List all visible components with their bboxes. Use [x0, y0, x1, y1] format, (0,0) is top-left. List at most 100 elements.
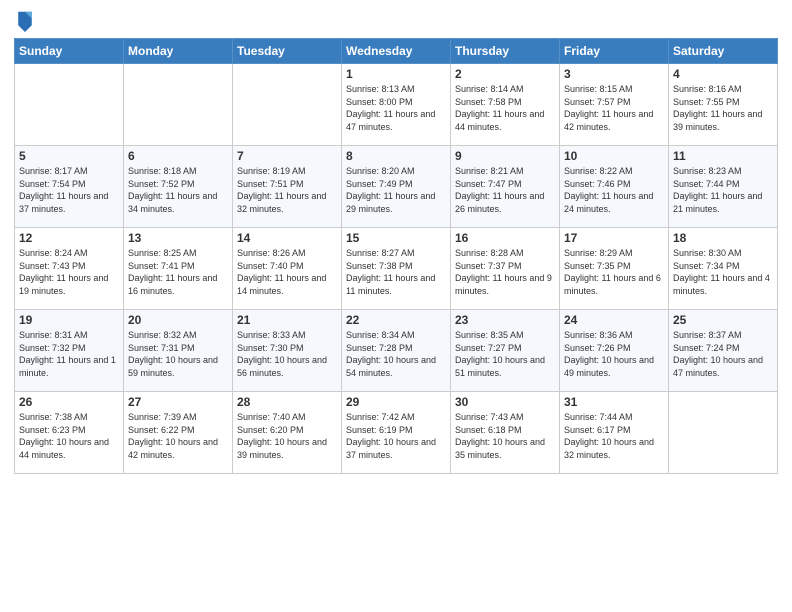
day-number: 24 [564, 313, 664, 327]
day-info: Sunrise: 8:28 AM Sunset: 7:37 PM Dayligh… [455, 247, 555, 297]
day-info: Sunrise: 8:18 AM Sunset: 7:52 PM Dayligh… [128, 165, 228, 215]
day-number: 1 [346, 67, 446, 81]
day-number: 17 [564, 231, 664, 245]
day-number: 13 [128, 231, 228, 245]
day-number: 11 [673, 149, 773, 163]
day-cell: 9Sunrise: 8:21 AM Sunset: 7:47 PM Daylig… [451, 146, 560, 228]
day-info: Sunrise: 8:32 AM Sunset: 7:31 PM Dayligh… [128, 329, 228, 379]
day-number: 14 [237, 231, 337, 245]
week-row-1: 1Sunrise: 8:13 AM Sunset: 8:00 PM Daylig… [15, 64, 778, 146]
day-number: 6 [128, 149, 228, 163]
day-cell: 11 Sunrise: 8:23 AM Sunset: 7:44 PM Dayli… [669, 146, 778, 228]
day-info: Sunrise: 7:44 AM Sunset: 6:17 PM Dayligh… [564, 411, 664, 461]
day-info: Sunrise: 7:38 AM Sunset: 6:23 PM Dayligh… [19, 411, 119, 461]
day-cell: 10 Sunrise: 8:22 AM Sunset: 7:46 PM Dayli… [560, 146, 669, 228]
calendar: SundayMondayTuesdayWednesdayThursdayFrid… [14, 38, 778, 474]
day-info: Sunrise: 8:19 AM Sunset: 7:51 PM Dayligh… [237, 165, 337, 215]
page: SundayMondayTuesdayWednesdayThursdayFrid… [0, 0, 792, 612]
day-info: Sunrise: 8:30 AM Sunset: 7:34 PM Dayligh… [673, 247, 773, 297]
day-cell [15, 64, 124, 146]
day-cell: 12 Sunrise: 8:24 AM Sunset: 7:43 PM Dayli… [15, 228, 124, 310]
day-info: Sunrise: 8:34 AM Sunset: 7:28 PM Dayligh… [346, 329, 446, 379]
weekday-header-sunday: Sunday [15, 39, 124, 64]
day-info: Sunrise: 8:25 AM Sunset: 7:41 PM Dayligh… [128, 247, 228, 297]
day-info: Sunrise: 7:42 AM Sunset: 6:19 PM Dayligh… [346, 411, 446, 461]
day-number: 10 [564, 149, 664, 163]
day-cell: 27 Sunrise: 7:39 AM Sunset: 6:22 PM Dayli… [124, 392, 233, 474]
day-number: 30 [455, 395, 555, 409]
day-info: Sunrise: 8:16 AM Sunset: 7:55 PM Dayligh… [673, 83, 773, 133]
day-info: Sunrise: 8:23 AM Sunset: 7:44 PM Dayligh… [673, 165, 773, 215]
day-number: 20 [128, 313, 228, 327]
day-cell [669, 392, 778, 474]
weekday-header-monday: Monday [124, 39, 233, 64]
day-cell: 24Sunrise: 8:36 AM Sunset: 7:26 PM Dayli… [560, 310, 669, 392]
day-info: Sunrise: 8:35 AM Sunset: 7:27 PM Dayligh… [455, 329, 555, 379]
day-number: 5 [19, 149, 119, 163]
day-info: Sunrise: 8:22 AM Sunset: 7:46 PM Dayligh… [564, 165, 664, 215]
day-info: Sunrise: 8:31 AM Sunset: 7:32 PM Dayligh… [19, 329, 119, 379]
day-cell: 7 Sunrise: 8:19 AM Sunset: 7:51 PM Daylig… [233, 146, 342, 228]
day-cell: 3 Sunrise: 8:15 AM Sunset: 7:57 PM Daylig… [560, 64, 669, 146]
day-info: Sunrise: 8:33 AM Sunset: 7:30 PM Dayligh… [237, 329, 337, 379]
day-cell: 8Sunrise: 8:20 AM Sunset: 7:49 PM Daylig… [342, 146, 451, 228]
day-cell: 22 Sunrise: 8:34 AM Sunset: 7:28 PM Dayli… [342, 310, 451, 392]
day-cell: 20 Sunrise: 8:32 AM Sunset: 7:31 PM Dayli… [124, 310, 233, 392]
day-info: Sunrise: 8:29 AM Sunset: 7:35 PM Dayligh… [564, 247, 664, 297]
day-cell [233, 64, 342, 146]
day-cell: 1Sunrise: 8:13 AM Sunset: 8:00 PM Daylig… [342, 64, 451, 146]
day-number: 2 [455, 67, 555, 81]
day-number: 27 [128, 395, 228, 409]
day-cell: 15 Sunrise: 8:27 AM Sunset: 7:38 PM Dayli… [342, 228, 451, 310]
day-cell: 13 Sunrise: 8:25 AM Sunset: 7:41 PM Dayli… [124, 228, 233, 310]
day-cell: 28Sunrise: 7:40 AM Sunset: 6:20 PM Dayli… [233, 392, 342, 474]
day-number: 22 [346, 313, 446, 327]
day-cell: 2 Sunrise: 8:14 AM Sunset: 7:58 PM Daylig… [451, 64, 560, 146]
day-number: 29 [346, 395, 446, 409]
week-row-5: 26Sunrise: 7:38 AM Sunset: 6:23 PM Dayli… [15, 392, 778, 474]
day-info: Sunrise: 8:26 AM Sunset: 7:40 PM Dayligh… [237, 247, 337, 297]
header [14, 10, 778, 32]
day-cell: 23 Sunrise: 8:35 AM Sunset: 7:27 PM Dayli… [451, 310, 560, 392]
logo-icon [16, 10, 34, 32]
day-cell: 31 Sunrise: 7:44 AM Sunset: 6:17 PM Dayli… [560, 392, 669, 474]
day-number: 31 [564, 395, 664, 409]
day-info: Sunrise: 8:20 AM Sunset: 7:49 PM Dayligh… [346, 165, 446, 215]
week-row-3: 12 Sunrise: 8:24 AM Sunset: 7:43 PM Dayli… [15, 228, 778, 310]
day-info: Sunrise: 8:37 AM Sunset: 7:24 PM Dayligh… [673, 329, 773, 379]
day-info: Sunrise: 8:21 AM Sunset: 7:47 PM Dayligh… [455, 165, 555, 215]
weekday-header-tuesday: Tuesday [233, 39, 342, 64]
day-number: 21 [237, 313, 337, 327]
weekday-header-thursday: Thursday [451, 39, 560, 64]
day-info: Sunrise: 7:39 AM Sunset: 6:22 PM Dayligh… [128, 411, 228, 461]
weekday-header-friday: Friday [560, 39, 669, 64]
day-cell: 21 Sunrise: 8:33 AM Sunset: 7:30 PM Dayli… [233, 310, 342, 392]
day-number: 25 [673, 313, 773, 327]
day-cell: 19Sunrise: 8:31 AM Sunset: 7:32 PM Dayli… [15, 310, 124, 392]
day-info: Sunrise: 8:17 AM Sunset: 7:54 PM Dayligh… [19, 165, 119, 215]
day-number: 3 [564, 67, 664, 81]
week-row-2: 5 Sunrise: 8:17 AM Sunset: 7:54 PM Daylig… [15, 146, 778, 228]
day-cell: 16Sunrise: 8:28 AM Sunset: 7:37 PM Dayli… [451, 228, 560, 310]
day-info: Sunrise: 8:24 AM Sunset: 7:43 PM Dayligh… [19, 247, 119, 297]
day-number: 23 [455, 313, 555, 327]
day-info: Sunrise: 8:15 AM Sunset: 7:57 PM Dayligh… [564, 83, 664, 133]
day-cell: 29 Sunrise: 7:42 AM Sunset: 6:19 PM Dayli… [342, 392, 451, 474]
day-info: Sunrise: 7:43 AM Sunset: 6:18 PM Dayligh… [455, 411, 555, 461]
day-number: 15 [346, 231, 446, 245]
day-cell: 4 Sunrise: 8:16 AM Sunset: 7:55 PM Daylig… [669, 64, 778, 146]
day-cell: 30 Sunrise: 7:43 AM Sunset: 6:18 PM Dayli… [451, 392, 560, 474]
day-cell: 25 Sunrise: 8:37 AM Sunset: 7:24 PM Dayli… [669, 310, 778, 392]
day-info: Sunrise: 8:27 AM Sunset: 7:38 PM Dayligh… [346, 247, 446, 297]
day-number: 18 [673, 231, 773, 245]
day-cell: 17 Sunrise: 8:29 AM Sunset: 7:35 PM Dayli… [560, 228, 669, 310]
day-info: Sunrise: 8:14 AM Sunset: 7:58 PM Dayligh… [455, 83, 555, 133]
day-cell: 26Sunrise: 7:38 AM Sunset: 6:23 PM Dayli… [15, 392, 124, 474]
day-number: 7 [237, 149, 337, 163]
day-info: Sunrise: 7:40 AM Sunset: 6:20 PM Dayligh… [237, 411, 337, 461]
day-cell: 5 Sunrise: 8:17 AM Sunset: 7:54 PM Daylig… [15, 146, 124, 228]
day-number: 4 [673, 67, 773, 81]
day-number: 12 [19, 231, 119, 245]
weekday-header-wednesday: Wednesday [342, 39, 451, 64]
week-row-4: 19Sunrise: 8:31 AM Sunset: 7:32 PM Dayli… [15, 310, 778, 392]
